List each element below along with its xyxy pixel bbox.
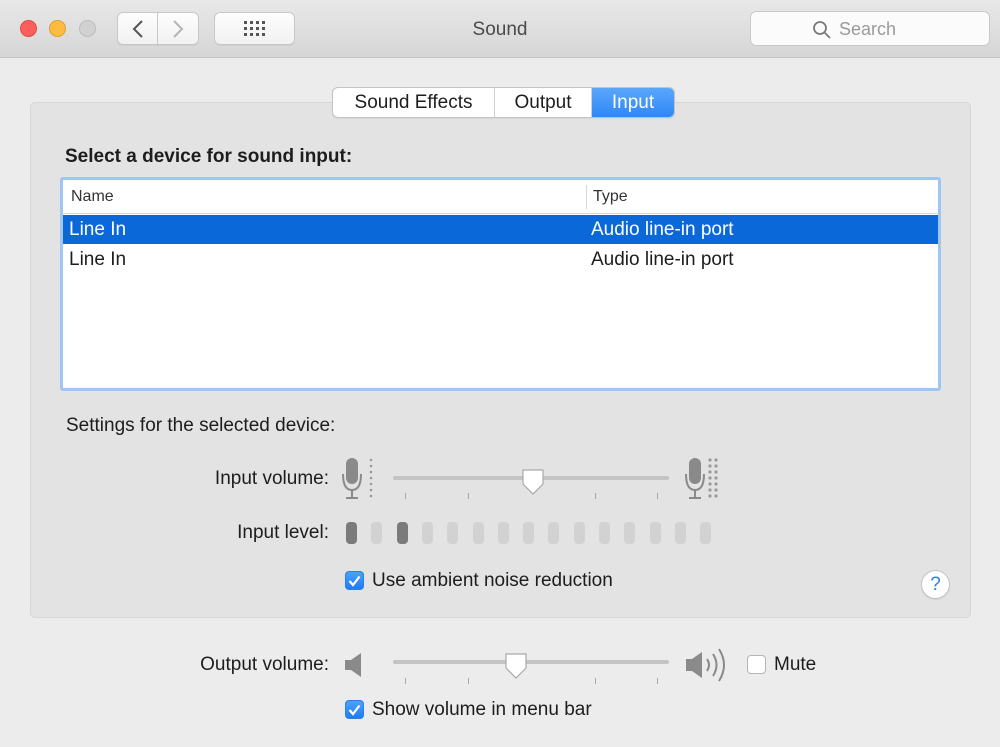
column-header-name[interactable]: Name [71,188,114,206]
input-volume-label: Input volume: [214,468,329,489]
output-volume-label: Output volume: [200,654,329,675]
settings-heading: Settings for the selected device: [66,415,336,436]
input-level-segment [675,522,686,544]
microphone-icon [685,458,718,499]
input-level-segment [473,522,484,544]
table-header: Name Type [63,180,938,214]
input-level-segment [650,522,661,544]
column-divider[interactable] [586,185,587,209]
slider-tick [595,493,596,499]
table-row[interactable]: Line In Audio line-in port [63,245,938,274]
input-level-segment [397,522,408,544]
checkmark-icon [348,575,361,587]
input-level-segment [422,522,433,544]
input-level-label: Input level: [237,522,329,543]
speaker-icon [345,653,361,677]
search-icon [813,21,831,39]
ambient-noise-label[interactable]: Use ambient noise reduction [372,570,613,592]
slider-tick [405,493,406,499]
mute-checkbox[interactable] [747,655,766,674]
help-button[interactable]: ? [921,570,950,599]
input-level-segment [599,522,610,544]
device-list-heading: Select a device for sound input: [65,146,353,167]
tab-bar: Sound Effects Output Input [332,87,675,118]
tab-input[interactable]: Input [592,88,674,117]
device-name: Line In [69,249,127,270]
input-level-segment [346,522,357,544]
input-level-segment [700,522,711,544]
input-level-segment [574,522,585,544]
tab-output[interactable]: Output [495,88,592,117]
mute-label[interactable]: Mute [774,654,816,676]
device-type: Audio line-in port [591,249,734,270]
input-level-segment [498,522,509,544]
tab-sound-effects[interactable]: Sound Effects [333,88,495,117]
slider-tick [468,678,469,684]
output-volume-knob[interactable] [504,652,528,680]
title-bar: Sound [0,0,1000,58]
device-type: Audio line-in port [591,219,734,240]
device-table[interactable]: Name Type Line In Audio line-in port Lin… [60,177,941,391]
slider-tick [657,678,658,684]
slider-tick [468,493,469,499]
checkmark-icon [348,704,361,716]
slider-tick [405,678,406,684]
speaker-loud-icon [686,648,725,682]
show-volume-label[interactable]: Show volume in menu bar [372,699,592,721]
device-name: Line In [69,219,127,240]
search-field[interactable] [750,11,990,46]
slider-tick [595,678,596,684]
column-header-type[interactable]: Type [593,188,628,206]
microphone-icon [342,458,373,499]
input-level-segment [523,522,534,544]
search-input[interactable] [839,18,979,40]
input-level-segment [624,522,635,544]
output-volume-slider[interactable] [393,660,669,664]
input-level-segment [548,522,559,544]
slider-tick [657,493,658,499]
input-level-segment [447,522,458,544]
ambient-noise-checkbox[interactable] [345,571,364,590]
input-level-segment [371,522,382,544]
table-row[interactable]: Line In Audio line-in port [63,215,938,244]
show-volume-checkbox[interactable] [345,700,364,719]
input-volume-knob[interactable] [521,468,545,496]
